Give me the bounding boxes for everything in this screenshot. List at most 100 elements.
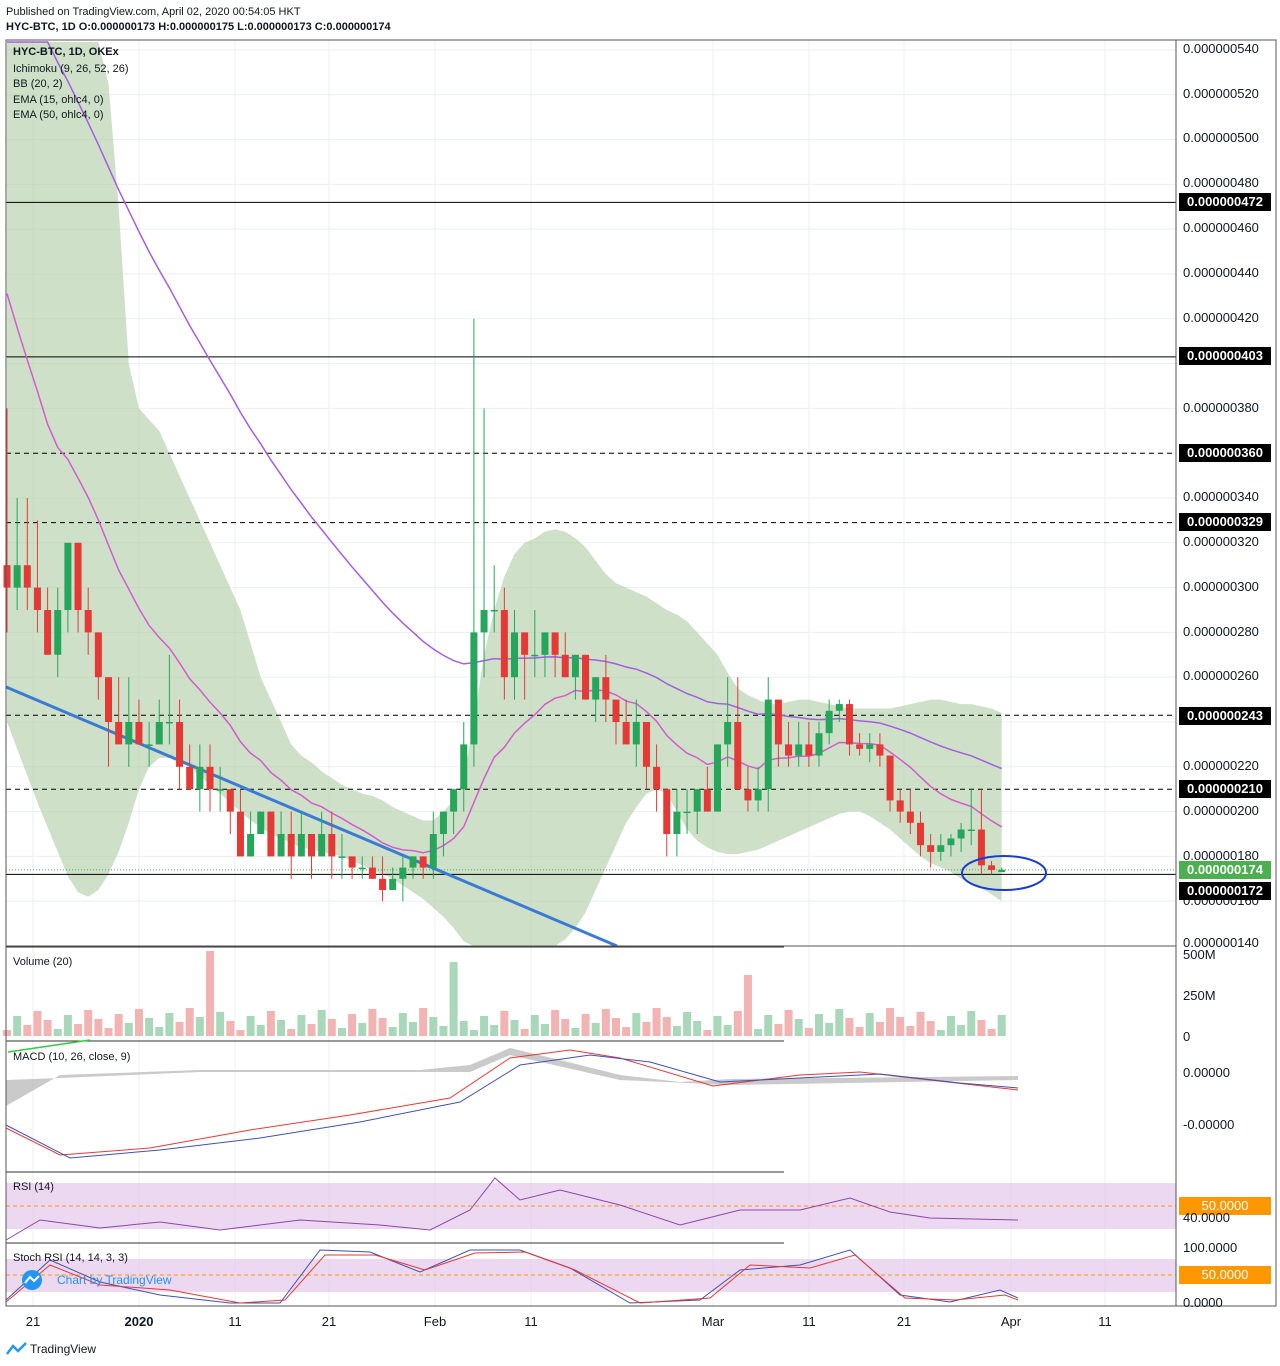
volume-bar: [997, 1015, 1006, 1036]
volume-bar: [825, 1023, 834, 1036]
candle-body: [876, 744, 884, 756]
volume-bar: [987, 1029, 996, 1036]
volume-bar: [540, 1024, 549, 1036]
volume-bar: [906, 1026, 915, 1036]
candle-body: [835, 704, 843, 711]
tradingview-footer-icon: [6, 1342, 27, 1355]
volume-bar: [206, 951, 214, 1036]
candle-body: [460, 744, 468, 790]
volume-bar: [896, 1017, 905, 1036]
candle-body: [105, 677, 112, 722]
candle-body: [815, 733, 823, 756]
candle-body: [3, 565, 11, 588]
footer-brand[interactable]: TradingView: [30, 1342, 96, 1356]
volume-bar: [216, 1012, 225, 1036]
volume-bar: [134, 1009, 143, 1036]
candle-body: [683, 811, 691, 814]
axis-label: 40.0000: [1183, 1210, 1230, 1225]
volume-bar: [652, 1008, 661, 1036]
candle-body: [236, 811, 244, 857]
volume-bar: [926, 1021, 935, 1036]
volume-bar: [845, 1018, 854, 1036]
candle-body: [145, 744, 153, 746]
candle-body: [714, 744, 721, 812]
price-chart[interactable]: [0, 0, 1280, 1366]
axis-label: 0.000000540: [1183, 41, 1259, 56]
volume-bar: [561, 1019, 570, 1036]
x-tick: 2020: [124, 1314, 154, 1329]
candle-body: [368, 867, 376, 879]
candle-body: [531, 654, 539, 657]
volume-bar: [459, 1021, 468, 1036]
last-price-tag: 0.000000174: [1179, 861, 1271, 879]
candle-body: [419, 856, 427, 868]
volume-bar: [317, 1010, 326, 1036]
candle-body: [906, 811, 914, 823]
candle-body: [44, 610, 52, 655]
candle-body: [358, 867, 366, 870]
candle-body: [257, 811, 265, 834]
volume-bar: [124, 1023, 133, 1036]
level-tag: 0.000000329: [1179, 513, 1271, 531]
volume-bar: [642, 1022, 651, 1036]
volume-bar: [277, 1020, 286, 1036]
candle-body: [23, 565, 31, 588]
axis-label: 0.000000480: [1183, 175, 1259, 190]
candle-body: [308, 834, 315, 857]
rsi-label: RSI (14): [13, 1181, 54, 1193]
volume-bar: [307, 1024, 316, 1036]
tradingview-logo-icon: [22, 1270, 42, 1290]
volume-bar: [754, 1029, 763, 1036]
stoch-label: Stoch RSI (14, 14, 3, 3): [13, 1252, 128, 1264]
candle-body: [379, 878, 387, 890]
candle-body: [511, 632, 518, 678]
candle-body: [389, 878, 397, 890]
volume-bar: [388, 1027, 397, 1036]
candle-body: [805, 744, 813, 756]
candle-body: [764, 699, 772, 790]
watermark[interactable]: Chart by TradingView: [57, 1273, 172, 1287]
axis-label: 0.00000: [1183, 1065, 1230, 1080]
volume-bar: [733, 1011, 742, 1036]
candle-body: [328, 834, 336, 857]
candle-body: [612, 699, 620, 722]
x-tick: Feb: [423, 1314, 447, 1329]
candle-body: [886, 755, 894, 801]
candle-body: [998, 869, 1006, 873]
candle-body: [856, 744, 864, 749]
volume-bar: [551, 1010, 560, 1036]
candle-body: [724, 722, 732, 745]
candle-body: [196, 766, 204, 790]
axis-label: 0.000000280: [1183, 624, 1259, 639]
candle-body: [226, 789, 234, 812]
volume-bar: [449, 962, 458, 1036]
axis-label: 0.000000440: [1183, 265, 1259, 280]
volume-bar: [13, 1016, 22, 1036]
volume-bar: [398, 1013, 407, 1036]
candle-body: [795, 744, 803, 756]
volume-bar: [43, 1020, 52, 1036]
volume-bar: [774, 1024, 783, 1036]
level-tag: 0.000000243: [1179, 707, 1271, 725]
candle-body: [703, 789, 711, 812]
volume-bar: [703, 1030, 712, 1036]
candle-body: [693, 789, 701, 812]
axis-label: 0.000000320: [1183, 534, 1259, 549]
volume-bar: [469, 1030, 478, 1036]
candle-body: [825, 710, 833, 734]
volume-bar: [104, 1028, 113, 1036]
volume-bar: [378, 1018, 387, 1036]
candle-body: [13, 565, 21, 588]
volume-bar: [723, 1025, 732, 1036]
candle-body: [754, 789, 762, 801]
volume-bar: [409, 1022, 417, 1036]
volume-bar: [114, 1014, 123, 1036]
volume-bar: [794, 1019, 803, 1036]
legend-bb: BB (20, 2): [13, 78, 63, 90]
candle-body: [84, 610, 92, 633]
volume-bar: [835, 1009, 844, 1036]
axis-label: 0.000000340: [1183, 489, 1259, 504]
volume-bar: [815, 1014, 823, 1036]
volume-bar: [480, 1016, 489, 1036]
candle-body: [338, 856, 346, 858]
